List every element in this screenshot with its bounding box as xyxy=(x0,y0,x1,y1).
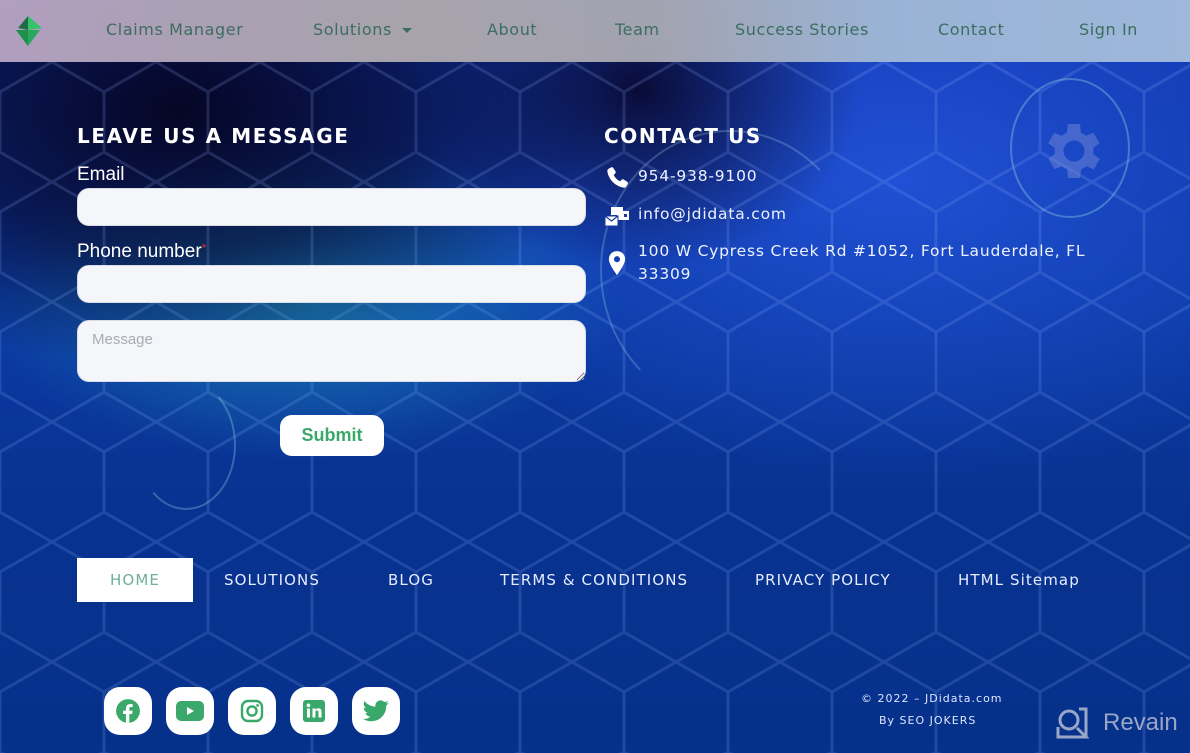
email-field[interactable] xyxy=(77,188,586,226)
phone-field[interactable] xyxy=(77,265,586,303)
credit-link[interactable]: By SEO JOKERS xyxy=(879,714,976,727)
envelopes-icon xyxy=(604,207,629,227)
top-navigation: Claims Manager Solutions About Team Succ… xyxy=(0,0,1190,62)
contact-email: info@jdidata.com xyxy=(604,203,787,229)
twitter-icon xyxy=(363,700,389,722)
form-heading: LEAVE US A MESSAGE xyxy=(77,124,350,148)
submit-button[interactable]: Submit xyxy=(280,415,384,456)
footer-nav-terms[interactable]: TERMS & CONDITIONS xyxy=(500,558,688,602)
decorative-arc xyxy=(136,380,236,510)
nav-solutions[interactable]: Solutions xyxy=(313,20,412,39)
address-text: 100 W Cypress Creek Rd #1052, Fort Laude… xyxy=(638,240,1085,286)
linkedin-icon xyxy=(303,700,325,722)
revain-logo-icon xyxy=(1056,707,1089,739)
youtube-icon xyxy=(176,701,204,721)
email-link[interactable]: info@jdidata.com xyxy=(638,203,787,226)
nav-contact[interactable]: Contact xyxy=(938,20,1004,39)
facebook-icon xyxy=(116,699,140,723)
contact-address: 100 W Cypress Creek Rd #1052, Fort Laude… xyxy=(604,240,1085,286)
phone-label-text: Phone number xyxy=(77,241,202,262)
message-field[interactable] xyxy=(77,320,586,382)
gear-icon xyxy=(1048,124,1100,178)
footer-nav-sitemap[interactable]: HTML Sitemap xyxy=(958,558,1080,602)
phone-icon xyxy=(607,167,628,188)
address-line-1: 100 W Cypress Creek Rd #1052, Fort Laude… xyxy=(638,242,1086,260)
contact-phone: 954-938-9100 xyxy=(604,165,757,191)
footer-nav-solutions[interactable]: SOLUTIONS xyxy=(224,558,320,602)
nav-claims-manager[interactable]: Claims Manager xyxy=(106,20,243,39)
footer-nav-privacy[interactable]: PRIVACY POLICY xyxy=(755,558,891,602)
facebook-button[interactable] xyxy=(104,687,152,735)
nav-about[interactable]: About xyxy=(487,20,537,39)
nav-sign-in[interactable]: Sign In xyxy=(1079,20,1138,39)
email-label: Email xyxy=(77,164,125,185)
nav-solutions-label: Solutions xyxy=(313,20,392,39)
contact-heading: CONTACT US xyxy=(604,124,762,148)
revain-watermark: Revain xyxy=(1055,706,1178,740)
copyright-text: © 2022 – JDidata.com xyxy=(861,692,1003,705)
company-logo-icon[interactable] xyxy=(14,16,44,48)
phone-label: Phone number* xyxy=(77,241,206,263)
address-line-2: 33309 xyxy=(638,265,692,283)
instagram-icon xyxy=(240,699,264,723)
footer-nav-home[interactable]: HOME xyxy=(77,558,193,602)
instagram-button[interactable] xyxy=(228,687,276,735)
youtube-button[interactable] xyxy=(166,687,214,735)
map-pin-icon xyxy=(608,251,626,275)
nav-team[interactable]: Team xyxy=(615,20,660,39)
nav-success-stories[interactable]: Success Stories xyxy=(735,20,869,39)
linkedin-button[interactable] xyxy=(290,687,338,735)
footer-nav-blog[interactable]: BLOG xyxy=(388,558,434,602)
phone-link[interactable]: 954-938-9100 xyxy=(638,165,757,188)
twitter-button[interactable] xyxy=(352,687,400,735)
revain-text: Revain xyxy=(1103,709,1178,736)
required-mark: * xyxy=(201,241,207,255)
chevron-down-icon xyxy=(401,28,412,33)
